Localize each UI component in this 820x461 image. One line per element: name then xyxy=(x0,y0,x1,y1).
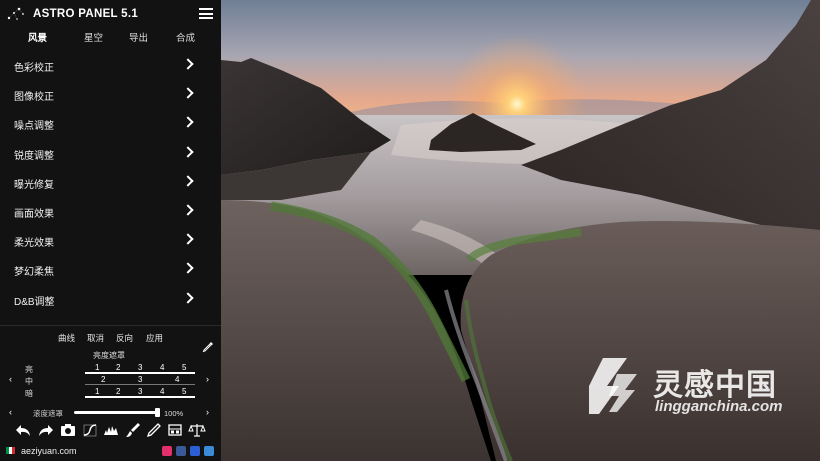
luminosity-mask-title: 亮度遮罩 xyxy=(93,351,125,360)
invert-button[interactable]: 反向 xyxy=(116,332,133,344)
mask-level-button[interactable]: 4 xyxy=(175,375,179,384)
mask-row-label-midtones: 中 xyxy=(25,377,33,386)
mask-level-button[interactable]: 5 xyxy=(182,387,186,396)
mask-level-button[interactable]: 5 xyxy=(182,363,186,372)
email-icon[interactable] xyxy=(204,446,214,456)
flickr-icon[interactable] xyxy=(190,446,200,456)
chevron-right-icon xyxy=(182,233,194,245)
instagram-icon[interactable] xyxy=(162,446,172,456)
tab-export[interactable]: 导出 xyxy=(129,30,148,44)
mask-level-button[interactable]: 2 xyxy=(116,363,120,372)
chevron-right-icon xyxy=(182,291,194,304)
facebook-icon[interactable] xyxy=(176,446,186,456)
saturation-mask-label: 滚度遮罩 xyxy=(33,409,63,418)
astro-panel: ASTRO PANEL 5.1 风景 星空 导出 合成 色彩校正 图像校正 噪点… xyxy=(0,0,221,461)
apply-button[interactable]: 应用 xyxy=(146,332,163,344)
mask-level-button[interactable]: 3 xyxy=(138,375,142,384)
section-image-correction[interactable]: 图像校正 xyxy=(0,80,221,109)
section-label: 柔光效果 xyxy=(14,238,54,250)
section-image-effects[interactable]: 画面效果 xyxy=(0,197,221,226)
mask-row-label-darks: 暗 xyxy=(25,389,33,398)
brush-icon[interactable] xyxy=(124,421,142,439)
camera-icon[interactable] xyxy=(59,421,77,439)
lights-mask-slider[interactable] xyxy=(85,372,195,374)
film-icon[interactable] xyxy=(166,421,184,439)
saturation-value: 100% xyxy=(164,409,184,418)
eyedropper-icon[interactable] xyxy=(202,341,214,353)
sat-next-arrow-icon[interactable]: › xyxy=(206,408,209,417)
section-label: 图像校正 xyxy=(14,92,54,104)
chevron-right-icon xyxy=(182,87,194,99)
mask-level-button[interactable]: 4 xyxy=(160,387,164,396)
section-label: 曝光修复 xyxy=(14,179,54,191)
landscape-photo: 灵感中国 lingganchina.com xyxy=(221,0,820,461)
section-dodge-burn[interactable]: D&B调整 xyxy=(0,285,221,314)
section-soft-light[interactable]: 柔光效果 xyxy=(0,226,221,255)
app-title: ASTRO PANEL 5.1 xyxy=(33,8,139,20)
pen-icon[interactable] xyxy=(145,421,163,439)
panel-footer: aeziyuan.com xyxy=(0,442,221,461)
tool-bar xyxy=(0,421,221,439)
tab-stars[interactable]: 星空 xyxy=(84,30,103,44)
website-link[interactable]: aeziyuan.com xyxy=(21,446,77,456)
section-label: 梦幻柔焦 xyxy=(14,267,54,279)
section-noise[interactable]: 噪点调整 xyxy=(0,109,221,138)
section-label: 画面效果 xyxy=(14,208,54,220)
curves-icon[interactable] xyxy=(81,421,99,439)
mask-level-button[interactable]: 4 xyxy=(160,363,164,372)
tab-composite[interactable]: 合成 xyxy=(176,30,195,44)
chevron-right-icon xyxy=(182,262,194,274)
section-color-correction[interactable]: 色彩校正 xyxy=(0,51,221,80)
panel-tabs: 风景 星空 导出 合成 xyxy=(0,30,221,48)
mask-level-button[interactable]: 3 xyxy=(138,363,142,372)
section-exposure-fix[interactable]: 曝光修复 xyxy=(0,168,221,197)
curves-button[interactable]: 曲线 xyxy=(58,332,75,344)
divider xyxy=(0,325,221,326)
chevron-right-icon xyxy=(182,145,194,158)
cancel-button[interactable]: 取消 xyxy=(87,332,104,344)
midtones-mask-slider[interactable] xyxy=(85,384,195,385)
tab-landscape[interactable]: 风景 xyxy=(28,30,47,44)
darks-mask-slider[interactable] xyxy=(85,396,195,398)
section-label: 噪点调整 xyxy=(14,121,54,133)
section-label: 锐度调整 xyxy=(14,150,54,162)
mask-next-arrow-icon[interactable]: › xyxy=(206,375,209,384)
chevron-right-icon xyxy=(182,116,194,129)
histogram-icon[interactable] xyxy=(102,421,120,439)
mask-actions: 曲线 取消 反向 应用 xyxy=(0,332,221,344)
saturation-slider-handle[interactable] xyxy=(155,408,160,417)
panel-header: ASTRO PANEL 5.1 xyxy=(0,0,221,28)
section-dreamy-focus[interactable]: 梦幻柔焦 xyxy=(0,255,221,284)
balance-icon[interactable] xyxy=(188,421,206,439)
watermark-logo-icon xyxy=(589,358,637,414)
chevron-right-icon xyxy=(182,58,194,70)
mask-level-button[interactable]: 2 xyxy=(116,387,120,396)
section-label: D&B调整 xyxy=(14,296,55,308)
watermark: 灵感中国 lingganchina.com xyxy=(587,356,802,420)
mask-row-label-lights: 亮 xyxy=(25,365,33,374)
section-sharpness[interactable]: 锐度调整 xyxy=(0,139,221,168)
undo-icon[interactable] xyxy=(14,421,32,439)
mask-level-button[interactable]: 1 xyxy=(95,363,99,372)
italy-flag-icon xyxy=(6,447,15,454)
mask-level-button[interactable]: 3 xyxy=(138,387,142,396)
mask-level-button[interactable]: 2 xyxy=(101,375,105,384)
chevron-right-icon xyxy=(182,175,194,187)
chevron-right-icon xyxy=(182,204,194,216)
section-label: 色彩校正 xyxy=(14,63,54,74)
redo-icon[interactable] xyxy=(37,421,55,439)
section-list: 色彩校正 图像校正 噪点调整 锐度调整 曝光修复 画面效果 柔光效果 梦幻柔焦 … xyxy=(0,51,221,314)
mask-prev-arrow-icon[interactable]: ‹ xyxy=(9,375,12,384)
mask-level-button[interactable]: 1 xyxy=(95,387,99,396)
hamburger-menu-icon[interactable] xyxy=(199,8,213,19)
constellation-logo-icon xyxy=(7,7,24,20)
sat-prev-arrow-icon[interactable]: ‹ xyxy=(9,408,12,417)
watermark-url-text: lingganchina.com xyxy=(655,398,783,415)
saturation-slider-track[interactable] xyxy=(74,411,158,414)
